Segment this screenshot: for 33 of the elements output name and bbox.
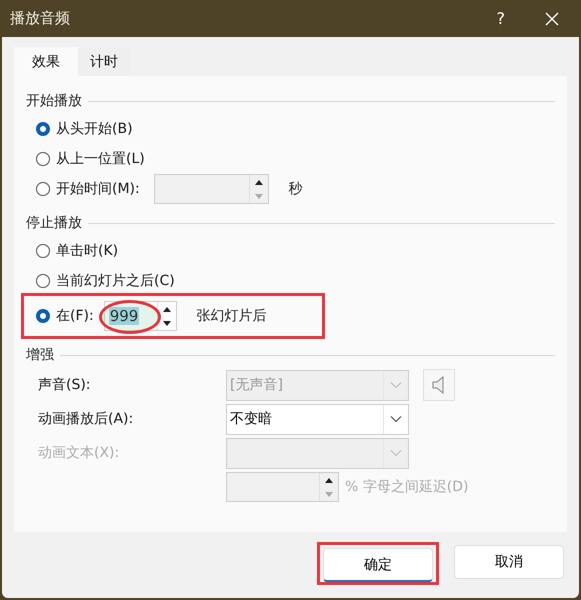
close-button[interactable] [545, 12, 559, 26]
count-value: 999 [108, 307, 140, 325]
radio-button[interactable]: 从上一位置(L) [36, 150, 145, 168]
speaker-icon [432, 375, 446, 395]
chevron-icon [390, 381, 402, 389]
unit-label: 秒 [288, 180, 303, 198]
close-icon [545, 12, 559, 26]
radio-button[interactable]: 从头开始(B) [36, 120, 133, 138]
group-heading: 停止播放 [26, 214, 82, 232]
dialog-button[interactable]: 取消 [454, 545, 564, 579]
radio-button[interactable]: 当前幻灯片之后(C) [36, 272, 175, 290]
suffix-label: 张幻灯片后 [196, 307, 267, 325]
field-label: 声音(S): [38, 376, 92, 394]
down-arrow-icon [254, 194, 263, 198]
chevron-icon [390, 449, 402, 457]
radio-button[interactable]: 单击时(K) [36, 242, 118, 260]
down-arrow-icon [162, 320, 171, 326]
dialog-button[interactable]: 确定 [323, 548, 433, 582]
window-title: 播放音频 [10, 9, 71, 28]
tab[interactable]: 效果 [14, 47, 78, 76]
help-button[interactable]: ? [496, 9, 505, 28]
suffix-label: % 字母之间延迟(D) [345, 478, 468, 496]
group-heading: 增强 [26, 346, 54, 364]
dropdown[interactable]: 不变暗 [226, 404, 409, 434]
group-heading: 开始播放 [26, 92, 82, 110]
down-arrow-icon [325, 492, 333, 496]
radio-button[interactable]: 在(F): [36, 307, 94, 325]
up-arrow-icon [254, 180, 263, 184]
field-label: 动画播放后(A): [38, 410, 134, 428]
field-label: 动画文本(X): [38, 444, 120, 462]
chevron-icon [390, 415, 402, 423]
up-arrow-icon [162, 306, 171, 312]
up-arrow-icon [325, 478, 333, 482]
